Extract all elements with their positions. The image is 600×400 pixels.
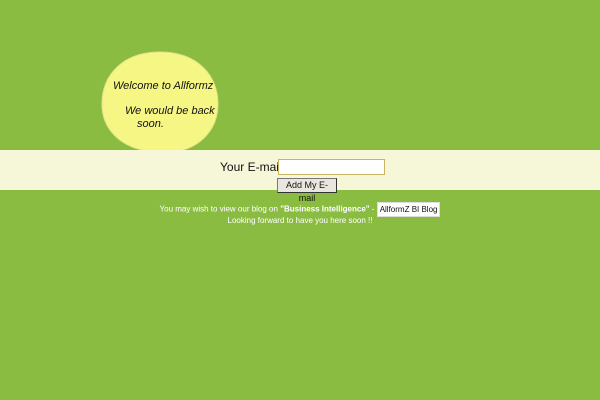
speech-bubble: Welcome to Allformz We would be back soo… xyxy=(98,48,222,164)
blog-notice: You may wish to view our blog on "Busine… xyxy=(0,202,600,217)
blog-notice-text: You may wish to view our blog on xyxy=(159,204,281,214)
blog-topic: "Business Intelligence" xyxy=(280,204,370,214)
add-email-button[interactable]: Add My E-mail xyxy=(277,178,337,203)
bubble-message-text-2: soon. xyxy=(137,118,164,130)
bubble-welcome-text: Welcome to Allformz xyxy=(113,80,214,92)
bubble-message-text: We would be back xyxy=(125,105,215,117)
closing-text: Looking forward to have you here soon !! xyxy=(227,216,373,225)
email-label: Your E-mail: xyxy=(220,160,285,174)
email-field[interactable] xyxy=(278,159,385,175)
page: Welcome to Allformz We would be back soo… xyxy=(0,0,600,400)
blog-separator: - xyxy=(369,204,377,214)
blog-link[interactable]: AllformZ BI Blog xyxy=(376,202,441,217)
